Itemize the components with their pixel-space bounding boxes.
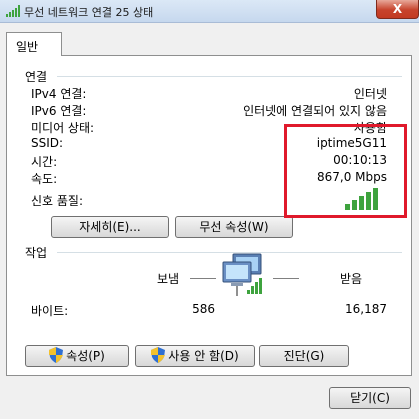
title-bar: 무선 네트워크 연결 25 상태 X	[0, 0, 419, 23]
disable-button[interactable]: 사용 안 함(D)	[135, 345, 255, 367]
uac-shield-icon	[49, 347, 64, 363]
tab-general-label: 일반	[16, 40, 39, 54]
wireless-properties-button[interactable]: 무선 속성(W)	[175, 216, 293, 238]
diagnose-button[interactable]: 진단(G)	[259, 345, 349, 367]
connection-separator	[57, 76, 402, 77]
received-label: 받음	[340, 272, 363, 286]
uac-shield-icon	[151, 347, 166, 363]
network-computers-icon	[222, 253, 262, 296]
disable-button-label: 사용 안 함(D)	[168, 349, 239, 363]
sent-line	[190, 278, 216, 279]
bytes-sent-value: 586	[192, 302, 215, 316]
highlight-box	[284, 124, 407, 218]
tab-general[interactable]: 일반	[6, 32, 62, 56]
bytes-received-value: 16,187	[345, 302, 387, 316]
activity-section-label: 작업	[25, 246, 48, 260]
connection-section-label: 연결	[25, 70, 48, 84]
ssid-label: SSID:	[31, 136, 64, 150]
ipv4-label: IPv4 연결:	[31, 87, 87, 101]
media-state-label: 미디어 상태:	[31, 121, 95, 135]
close-dialog-button[interactable]: 닫기(C)	[329, 387, 411, 409]
bytes-label: 바이트:	[31, 304, 69, 318]
properties-button-label: 속성(P)	[66, 349, 105, 363]
close-icon: X	[392, 2, 403, 16]
received-line	[273, 278, 299, 279]
properties-button[interactable]: 속성(P)	[25, 345, 129, 367]
speed-label: 속도:	[31, 172, 58, 186]
signal-bars-icon	[6, 5, 20, 17]
window-title: 무선 네트워크 연결 25 상태	[24, 6, 154, 19]
sent-label: 보냄	[157, 272, 180, 286]
ipv6-value: 인터넷에 연결되어 있지 않음	[243, 104, 387, 118]
duration-label: 시간:	[31, 155, 58, 169]
ipv6-label: IPv6 연결:	[31, 104, 87, 118]
window-close-button[interactable]: X	[376, 0, 419, 19]
ipv4-value: 인터넷	[353, 87, 387, 101]
signal-quality-label: 신호 품질:	[31, 194, 84, 208]
details-button[interactable]: 자세히(E)...	[51, 216, 169, 238]
